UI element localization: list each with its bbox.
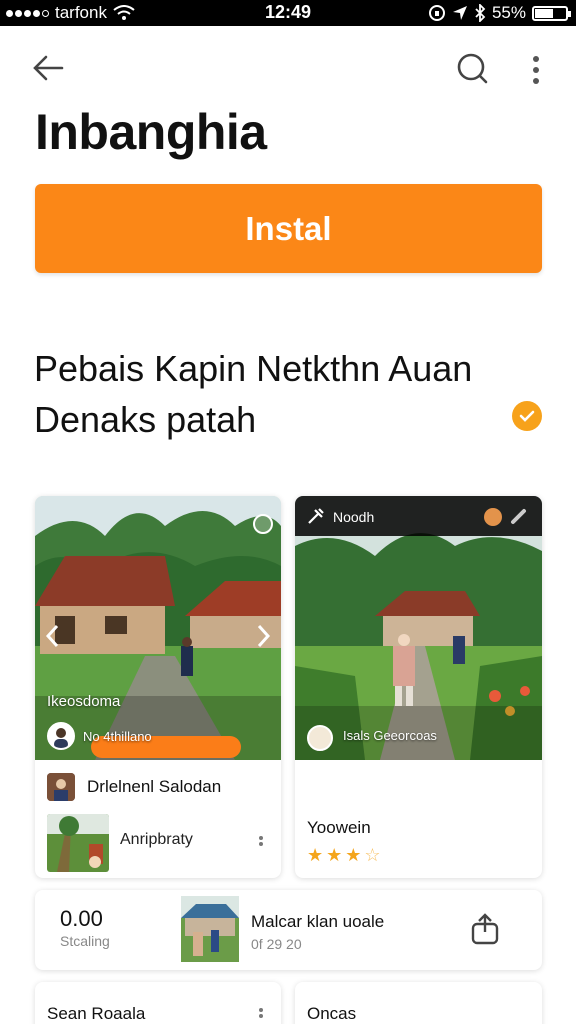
app-title: Inbanghia (35, 104, 267, 160)
edit-icon[interactable] (510, 507, 528, 525)
avatar (47, 722, 75, 750)
info-thumbnail[interactable] (181, 896, 239, 962)
info-card[interactable]: 0.00 Stcaling Malcar klan uoale 0f 29 20 (35, 890, 542, 970)
list-card-1[interactable]: Sean Roaala (35, 982, 281, 1024)
location-icon (452, 6, 467, 20)
card-more-icon[interactable] (257, 1006, 265, 1024)
star-icon: ★ (307, 845, 324, 865)
photo-caption: Isals Geeorcoas (343, 728, 437, 743)
garden-photo[interactable]: Noodh Isals Geeorcoas (295, 496, 542, 760)
previous-arrow-icon[interactable] (43, 622, 63, 650)
item-thumbnail[interactable] (47, 814, 109, 872)
battery-fill (535, 8, 553, 18)
avatar (307, 725, 333, 751)
status-bar: tarfonk 12:49 55% (0, 0, 576, 26)
stat-value: 0.00 (60, 906, 103, 931)
description-line-1: Pebais Kapin Netkthn Auan (34, 348, 473, 389)
author-name: Drlelnenl Salodan (87, 777, 222, 796)
item-subtitle: Anripbraty (120, 831, 193, 848)
list-card-2[interactable]: Oncas (295, 982, 542, 1024)
next-arrow-icon[interactable] (253, 622, 273, 650)
star-icon: ★ (345, 845, 362, 865)
card-more-icon[interactable] (257, 834, 265, 854)
search-icon (457, 53, 488, 84)
photo-caption: Ikeosdoma (47, 693, 121, 710)
star-half-icon: ☆ (364, 845, 381, 865)
info-name: Malcar klan uoale (251, 912, 385, 931)
screenshot-card-1[interactable]: Ikeosdoma No 4thillano Drlelnenl Salodan… (35, 496, 281, 878)
toolbar-label: Noodh (333, 509, 375, 525)
description-line-2: Denaks patah (34, 399, 257, 440)
more-vertical-icon (533, 56, 539, 84)
arrow-left-icon (33, 55, 64, 81)
install-button[interactable]: Instal (35, 184, 542, 273)
coin-icon[interactable] (484, 508, 502, 526)
back-button[interactable] (30, 50, 70, 86)
status-right: 55% (428, 3, 571, 23)
stat-label: Stcaling (60, 933, 110, 949)
card-title: Yoowein (307, 818, 371, 837)
bluetooth-icon (475, 4, 486, 22)
author-row[interactable]: Drlelnenl Salodan (47, 772, 221, 802)
list-card-label: Oncas (307, 1004, 357, 1023)
battery-icon (532, 5, 571, 21)
village-photo[interactable]: Ikeosdoma No 4thillano (35, 496, 281, 760)
search-button[interactable] (452, 48, 492, 88)
app-description: Pebais Kapin Netkthn Auan Denaks patah (34, 343, 514, 445)
list-card-label: Sean Roaala (47, 1004, 146, 1023)
info-date: 0f 29 20 (251, 936, 302, 952)
photo-subtext: No 4thillano (83, 729, 152, 744)
star-icon: ★ (326, 845, 343, 865)
more-button[interactable] (520, 50, 552, 90)
share-icon[interactable] (469, 912, 501, 946)
rotation-lock-icon (428, 5, 445, 21)
badge-icon (253, 514, 273, 534)
screenshot-card-2[interactable]: Noodh Isals Geeorcoas Yoowein ★ ★ ★ ☆ (295, 496, 542, 878)
star-rating: ★ ★ ★ ☆ (307, 845, 381, 866)
verified-check-icon (512, 401, 542, 431)
battery-percent: 55% (491, 3, 526, 22)
tools-icon[interactable] (306, 506, 326, 526)
author-thumbnail (47, 773, 75, 801)
